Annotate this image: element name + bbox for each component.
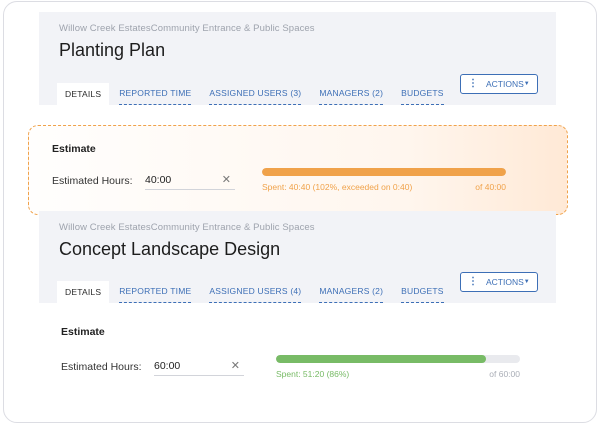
estimated-hours-row: Estimated Hours: 40:00 ✕ xyxy=(52,172,235,190)
spent-text: Spent: 51:20 (86%) xyxy=(276,369,350,379)
page-title: Concept Landscape Design xyxy=(59,239,281,259)
tab-details[interactable]: DETAILS xyxy=(57,281,110,303)
estimate-panel: Estimate Estimated Hours: 40:00 ✕ Spent:… xyxy=(28,125,568,215)
estimated-hours-input[interactable]: 40:00 ✕ xyxy=(145,172,235,190)
progress-track xyxy=(276,355,520,363)
tab-bar: DETAILS REPORTED TIME ASSIGNED USERS (4)… xyxy=(57,281,462,303)
progress-labels: Spent: 51:20 (86%) of 60:00 xyxy=(276,369,520,379)
tab-bar: DETAILS REPORTED TIME ASSIGNED USERS (3)… xyxy=(57,83,462,105)
actions-button[interactable]: ⋮ ACTIONS ▼ xyxy=(460,74,538,94)
progress-labels: Spent: 40:40 (102%, exceeded on 0:40) of… xyxy=(262,182,506,192)
progress-track xyxy=(262,168,506,176)
of-total-text: of 40:00 xyxy=(475,182,506,192)
caret-down-icon: ▼ xyxy=(523,279,530,285)
breadcrumb[interactable]: Willow Creek EstatesCommunity Entrance &… xyxy=(59,222,556,233)
page-title: Planting Plan xyxy=(59,40,166,60)
hours-progress: Spent: 40:40 (102%, exceeded on 0:40) of… xyxy=(262,168,506,192)
actions-label: ACTIONS xyxy=(486,277,524,287)
tab-managers[interactable]: MANAGERS (2) xyxy=(319,286,384,303)
estimated-hours-label: Estimated Hours: xyxy=(52,175,133,187)
clear-x-icon[interactable]: ✕ xyxy=(231,359,240,372)
actions-button[interactable]: ⋮ ACTIONS ▼ xyxy=(460,272,538,292)
card-header: Willow Creek EstatesCommunity Entrance &… xyxy=(39,12,556,105)
tab-details[interactable]: DETAILS xyxy=(57,83,110,105)
spent-text: Spent: 40:40 (102%, exceeded on 0:40) xyxy=(262,182,413,192)
tab-reported-time[interactable]: REPORTED TIME xyxy=(119,88,192,105)
estimated-hours-value: 60:00 xyxy=(154,360,181,372)
tab-budgets[interactable]: BUDGETS xyxy=(401,88,444,105)
estimate-panel: Estimate Estimated Hours: 60:00 ✕ Spent:… xyxy=(39,303,556,393)
vertical-dots-icon: ⋮ xyxy=(468,276,478,287)
task-card-concept-landscape-design: Willow Creek EstatesCommunity Entrance &… xyxy=(39,211,556,393)
tab-reported-time[interactable]: REPORTED TIME xyxy=(119,286,192,303)
breadcrumb[interactable]: Willow Creek EstatesCommunity Entrance &… xyxy=(59,23,556,34)
caret-down-icon: ▼ xyxy=(523,81,530,87)
tab-budgets[interactable]: BUDGETS xyxy=(401,286,444,303)
estimated-hours-label: Estimated Hours: xyxy=(61,361,142,373)
estimated-hours-value: 40:00 xyxy=(145,174,172,186)
window-frame: Willow Creek EstatesCommunity Entrance &… xyxy=(3,1,597,423)
of-total-text: of 60:00 xyxy=(489,369,520,379)
card-header: Willow Creek EstatesCommunity Entrance &… xyxy=(39,211,556,303)
tab-assigned-users[interactable]: ASSIGNED USERS (3) xyxy=(209,88,302,105)
estimate-heading: Estimate xyxy=(52,143,96,155)
task-card-planting-plan: Willow Creek EstatesCommunity Entrance &… xyxy=(28,12,568,215)
progress-fill xyxy=(262,168,506,176)
estimate-heading: Estimate xyxy=(61,326,105,338)
progress-fill xyxy=(276,355,486,363)
hours-progress: Spent: 51:20 (86%) of 60:00 xyxy=(276,355,520,379)
actions-label: ACTIONS xyxy=(486,79,524,89)
estimated-hours-input[interactable]: 60:00 ✕ xyxy=(154,358,244,376)
tab-assigned-users[interactable]: ASSIGNED USERS (4) xyxy=(209,286,302,303)
estimated-hours-row: Estimated Hours: 60:00 ✕ xyxy=(61,358,244,376)
tab-managers[interactable]: MANAGERS (2) xyxy=(319,88,384,105)
clear-x-icon[interactable]: ✕ xyxy=(222,173,231,186)
vertical-dots-icon: ⋮ xyxy=(468,78,478,89)
